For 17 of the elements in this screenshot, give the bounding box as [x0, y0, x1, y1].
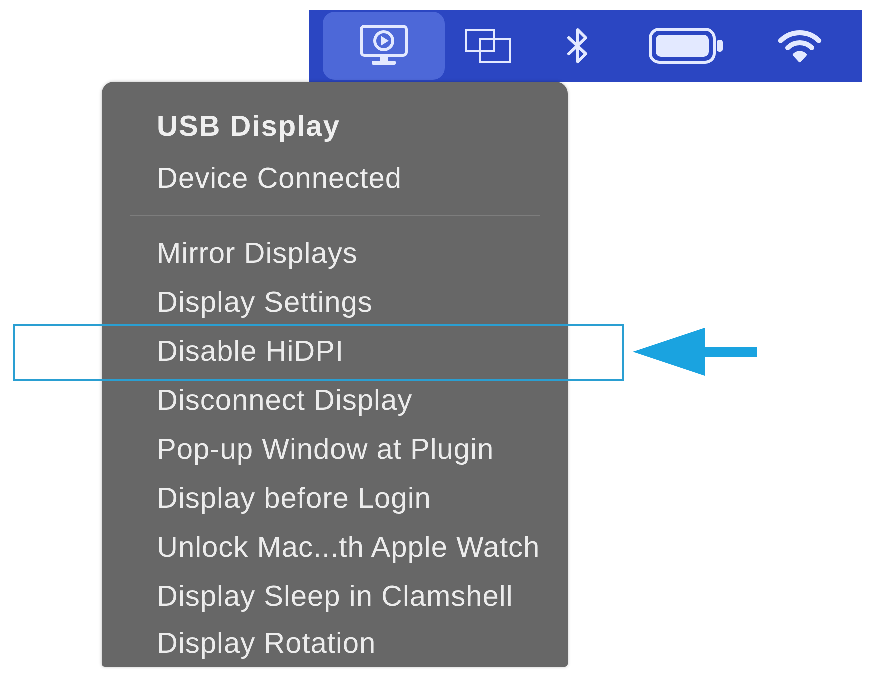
- overlapping-windows-icon: [464, 29, 510, 63]
- wifi-icon: [776, 28, 824, 64]
- bluetooth-icon: [567, 27, 589, 65]
- battery-icon: [649, 28, 723, 64]
- menu-item[interactable]: Disconnect Display: [102, 377, 568, 426]
- menu-title: USB Display: [156, 110, 342, 144]
- menu-item[interactable]: Disable HiDPI: [102, 328, 568, 377]
- device-status: Device Connected: [156, 162, 403, 196]
- menu-item[interactable]: Pop-up Window at Plugin: [102, 426, 568, 475]
- menu-item[interactable]: Display Rotation: [102, 622, 568, 667]
- menu-bar-button[interactable]: [323, 12, 445, 80]
- menu-item[interactable]: Display before Login: [102, 475, 568, 524]
- menu-item[interactable]: Display Settings: [102, 279, 568, 328]
- monitor-play-icon: [360, 25, 408, 67]
- menu-item[interactable]: Display Sleep in Clamshell: [102, 573, 568, 622]
- menu-item[interactable]: Unlock Mac...th Apple Watch: [102, 524, 568, 573]
- menu-item[interactable]: Mirror Displays: [102, 230, 568, 279]
